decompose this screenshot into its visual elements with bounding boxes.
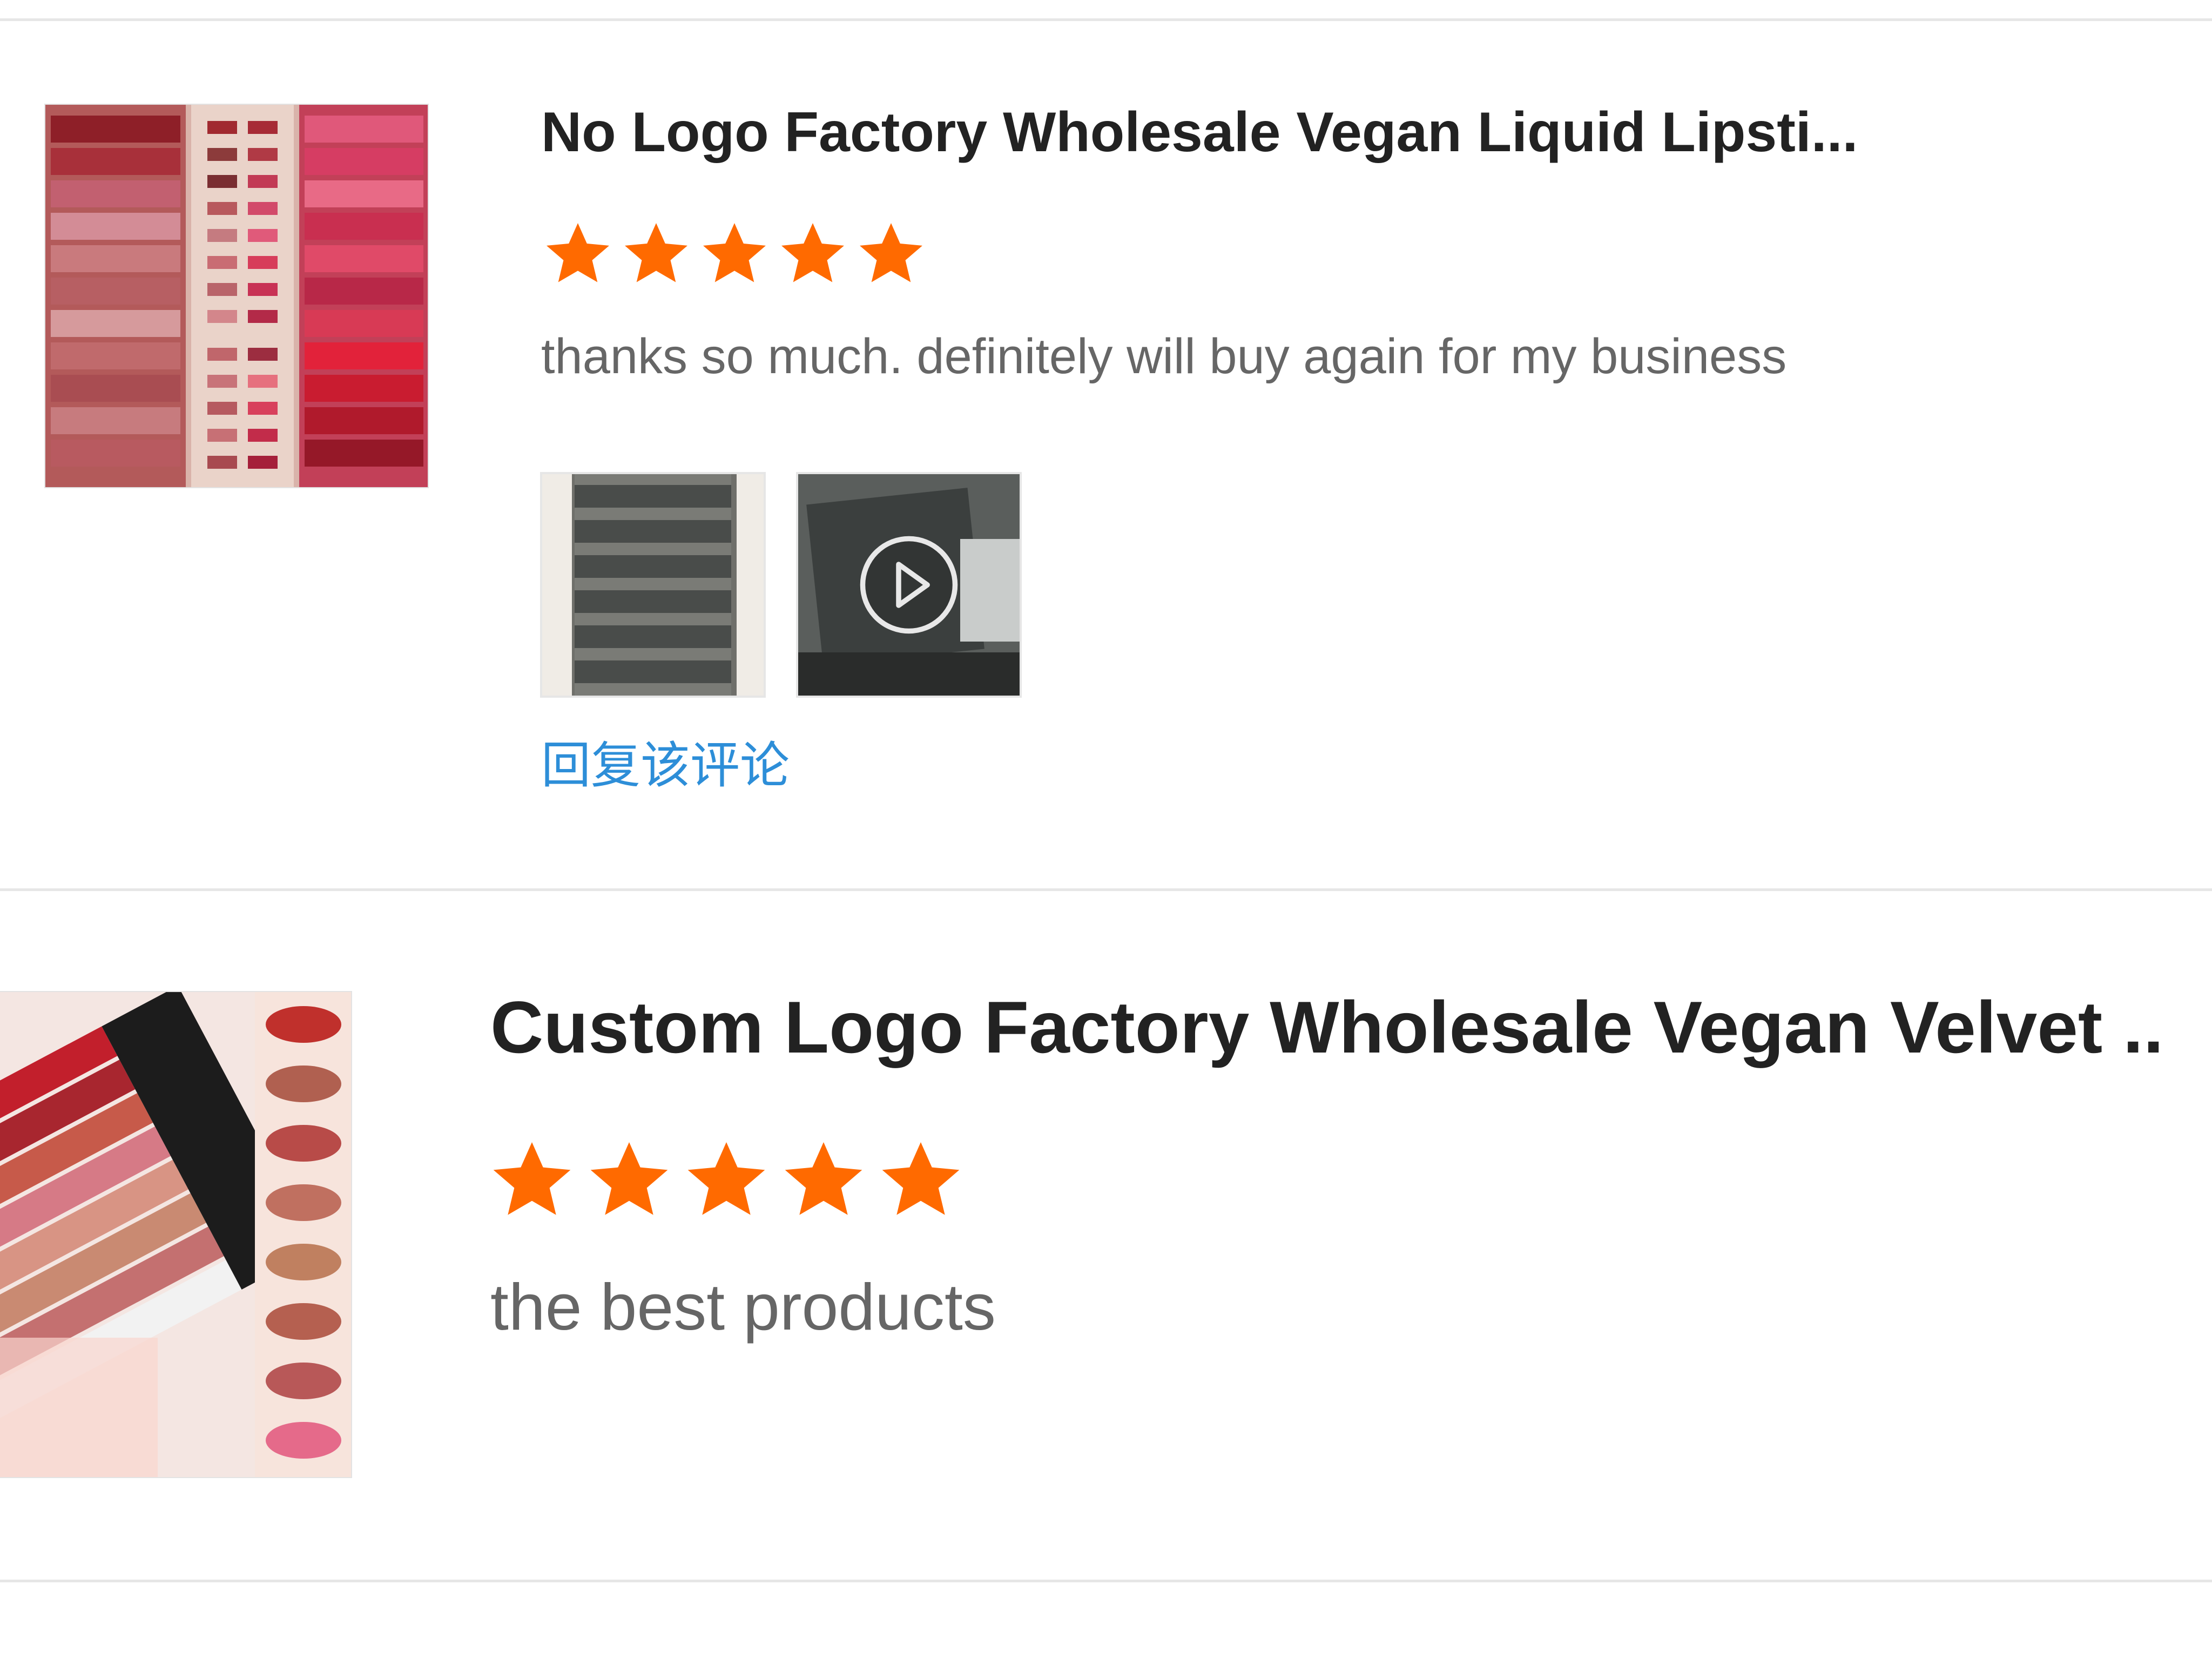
review-item: No Logo Factory Wholesale Vegan Liquid L… xyxy=(0,0,2212,891)
star-icon xyxy=(493,1142,571,1215)
star-rating xyxy=(489,1137,964,1223)
star-icon xyxy=(625,223,687,282)
product-thumbnail[interactable] xyxy=(44,104,429,488)
play-icon xyxy=(860,536,958,634)
review-comment: thanks so much. definitely will buy agai… xyxy=(541,329,1787,384)
product-title[interactable]: No Logo Factory Wholesale Vegan Liquid L… xyxy=(541,97,1891,167)
product-image xyxy=(0,992,351,1477)
star-icon xyxy=(590,1142,668,1215)
photo-image xyxy=(542,474,764,696)
review-photo-thumbnail[interactable] xyxy=(540,472,766,698)
star-icon xyxy=(785,1142,862,1215)
star-icon xyxy=(781,223,844,282)
star-icon xyxy=(882,1142,960,1215)
product-thumbnail[interactable] xyxy=(0,991,352,1478)
star-icon xyxy=(547,223,609,282)
star-icon xyxy=(687,1142,765,1215)
reply-comment-link[interactable]: 回复该评论 xyxy=(541,733,790,798)
bottom-divider xyxy=(0,1580,2212,1582)
product-title[interactable]: Custom Logo Factory Wholesale Vegan Velv… xyxy=(490,983,2164,1072)
star-icon xyxy=(703,223,766,282)
review-comment: the best products xyxy=(490,1270,996,1344)
product-image xyxy=(45,105,428,487)
review-video-thumbnail[interactable] xyxy=(796,472,1022,698)
star-icon xyxy=(860,223,922,282)
star-rating xyxy=(540,219,929,289)
review-item: Custom Logo Factory Wholesale Vegan Velv… xyxy=(0,891,2212,1582)
